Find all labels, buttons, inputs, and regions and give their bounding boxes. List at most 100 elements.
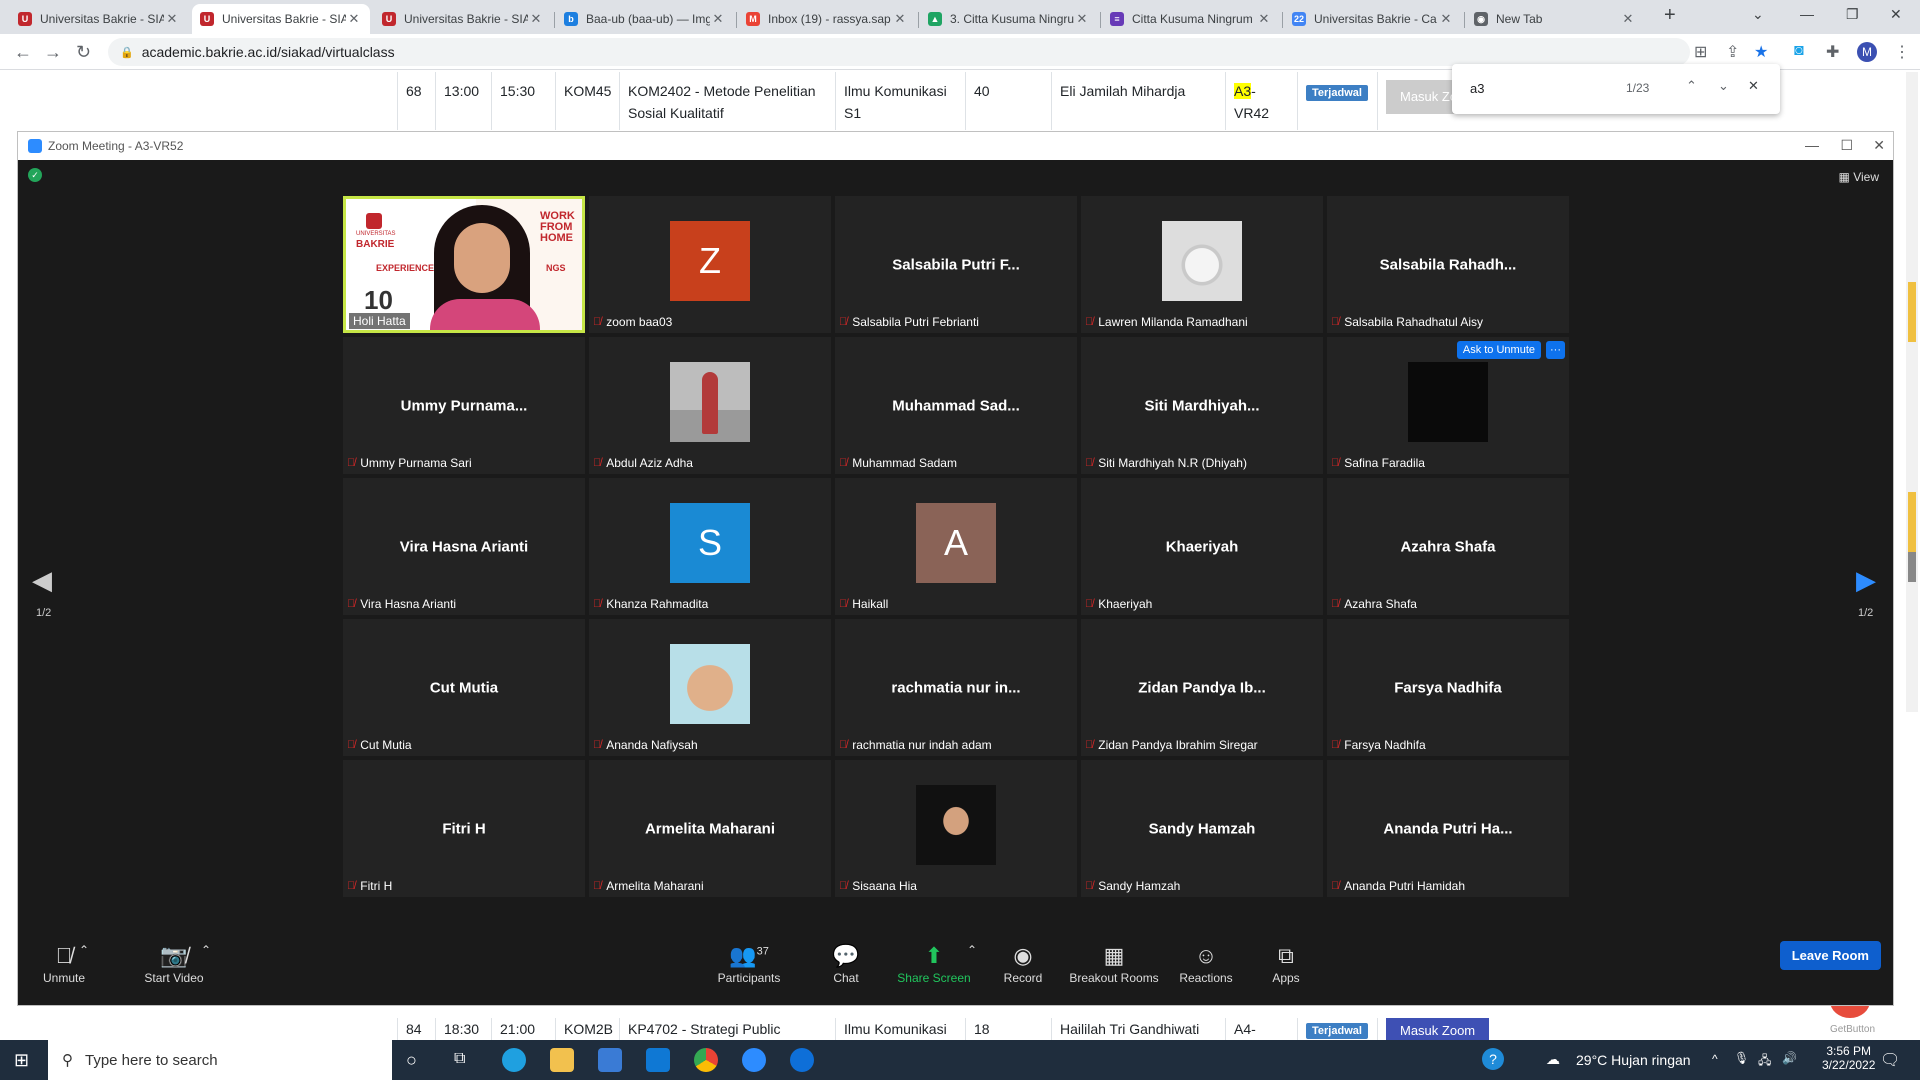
participant-tile[interactable]: 🎙̸ Abdul Aziz Adha — [589, 337, 831, 474]
forward-icon[interactable]: → — [44, 42, 62, 63]
participant-tile[interactable]: Salsabila Putri F... 🎙̸ Salsabila Putri Fe… — [835, 196, 1077, 333]
volume-icon[interactable]: 🔊 — [1782, 1051, 1797, 1065]
tab-close-icon[interactable]: ✕ — [1074, 11, 1090, 27]
participants-button[interactable]: 👥37 Participants — [699, 943, 799, 985]
zoom-app-icon[interactable] — [742, 1048, 766, 1072]
cortana-icon[interactable]: ○ — [406, 1050, 417, 1071]
share-options-caret[interactable]: ⌃ — [962, 943, 982, 957]
tab-close-icon[interactable]: ✕ — [528, 11, 544, 27]
address-bar[interactable]: 🔒 academic.bakrie.ac.id/siakad/virtualcl… — [108, 38, 1690, 66]
participant-tile[interactable]: Farsya Nadhifa 🎙̸ Farsya Nadhifa — [1327, 619, 1569, 756]
participant-tile[interactable]: Ananda Putri Ha... 🎙̸ Ananda Putri Hamidah — [1327, 760, 1569, 897]
reactions-button[interactable]: ☺ Reactions — [1166, 943, 1246, 985]
zoom-minimize-button[interactable]: — — [1805, 137, 1819, 153]
weather-text[interactable]: 29°C Hujan ringan — [1576, 1052, 1691, 1068]
browser-tab[interactable]: ≡ Citta Kusuma Ningrum ✕ — [1102, 4, 1280, 34]
participant-tile[interactable]: S 🎙̸ Khanza Rahmadita — [589, 478, 831, 615]
tab-close-icon[interactable]: ✕ — [1256, 11, 1272, 27]
participant-tile[interactable]: Siti Mardhiyah... 🎙̸ Siti Mardhiyah N.R (D… — [1081, 337, 1323, 474]
participant-tile[interactable]: 🎙̸ Safina Faradila Ask to Unmute ··· — [1327, 337, 1569, 474]
bookmark-star-icon[interactable]: ★ — [1754, 42, 1768, 62]
more-options-button[interactable]: ··· — [1546, 341, 1565, 359]
view-button[interactable]: ▦ View — [1839, 170, 1879, 184]
close-window-button[interactable]: ✕ — [1890, 6, 1902, 23]
ask-to-unmute-button[interactable]: Ask to Unmute — [1456, 341, 1541, 359]
extension-icon[interactable]: ◙ — [1794, 42, 1804, 60]
find-input[interactable]: a3 — [1470, 81, 1484, 96]
browser-tab[interactable]: ▲ 3. Citta Kusuma Ningrum ✕ — [920, 4, 1098, 34]
chrome-icon[interactable] — [694, 1048, 718, 1072]
page-scrollbar[interactable] — [1906, 72, 1918, 712]
participant-tile[interactable]: Azahra Shafa 🎙̸ Azahra Shafa — [1327, 478, 1569, 615]
participant-tile[interactable]: Cut Mutia 🎙̸ Cut Mutia — [343, 619, 585, 756]
network-icon[interactable]: 🖧 — [1758, 1051, 1771, 1072]
participant-tile[interactable]: Salsabila Rahadh... 🎙̸ Salsabila Rahadhatu… — [1327, 196, 1569, 333]
profile-avatar[interactable]: M — [1857, 42, 1877, 62]
browser-tab[interactable]: 22 Universitas Bakrie - Ca ✕ — [1284, 4, 1462, 34]
browser-tab[interactable]: U Universitas Bakrie - SIAKAD✕ — [10, 4, 188, 34]
leave-room-button[interactable]: Leave Room — [1779, 941, 1881, 970]
browser-tab[interactable]: U Universitas Bakrie - SIAKAD✕ — [374, 4, 552, 34]
participant-tile[interactable]: 🎙̸ Sisaana Hia — [835, 760, 1077, 897]
help-icon[interactable]: ? — [1482, 1048, 1504, 1070]
apps-button[interactable]: ⧉ Apps — [1246, 943, 1326, 985]
next-page-arrow[interactable]: ▶ — [1856, 565, 1876, 596]
participant-tile[interactable]: Sandy Hamzah 🎙̸ Sandy Hamzah — [1081, 760, 1323, 897]
find-next-icon[interactable]: ⌄ — [1718, 78, 1729, 94]
windows-start-icon[interactable]: ⊞ — [14, 1050, 29, 1071]
file-explorer-icon[interactable] — [550, 1048, 574, 1072]
tray-up-icon[interactable]: ^ — [1712, 1052, 1718, 1066]
tab-close-icon[interactable]: ✕ — [710, 11, 726, 27]
browser-tab[interactable]: U Universitas Bakrie - SIAKAD✕ — [192, 4, 370, 34]
menu-kebab-icon[interactable]: ⋮ — [1894, 42, 1910, 62]
new-tab-button[interactable]: + — [1664, 4, 1676, 27]
tab-close-icon[interactable]: ✕ — [346, 11, 362, 27]
participant-tile[interactable]: Khaeriyah 🎙̸ Khaeriyah — [1081, 478, 1323, 615]
browser-tab[interactable]: b Baa-ub (baa-ub) — Imgur ✕ — [556, 4, 734, 34]
find-icon[interactable]: ⊞ — [1694, 42, 1707, 62]
participant-tile[interactable]: 🎙̸ Lawren Milanda Ramadhani — [1081, 196, 1323, 333]
mic-tray-icon[interactable]: 🎙 — [1734, 1051, 1749, 1065]
edge-icon[interactable] — [502, 1048, 526, 1072]
browser-tab[interactable]: ◉ New Tab ✕ — [1466, 4, 1644, 34]
audio-options-caret[interactable]: ⌃ — [74, 943, 94, 957]
tab-close-icon[interactable]: ✕ — [1620, 11, 1636, 27]
find-close-icon[interactable]: ✕ — [1748, 78, 1759, 94]
participant-tile[interactable]: rachmatia nur in... 🎙̸ rachmatia nur indah… — [835, 619, 1077, 756]
zoom-close-button[interactable]: ✕ — [1873, 137, 1885, 154]
mail-icon[interactable] — [646, 1048, 670, 1072]
reload-icon[interactable]: ↻ — [76, 42, 91, 63]
participant-tile[interactable]: 🎙̸ Ananda Nafiysah — [589, 619, 831, 756]
participant-tile[interactable]: Fitri H 🎙̸ Fitri H — [343, 760, 585, 897]
tab-close-icon[interactable]: ✕ — [892, 11, 908, 27]
restore-window-button[interactable]: ❐ — [1846, 6, 1859, 23]
breakout-rooms-button[interactable]: ▦ Breakout Rooms — [1054, 943, 1174, 985]
participant-tile[interactable]: Ummy Purnama... 🎙̸ Ummy Purnama Sari — [343, 337, 585, 474]
browser-tab[interactable]: M Inbox (19) - rassya.sap ✕ — [738, 4, 916, 34]
task-view-icon[interactable]: ⧉ — [454, 1050, 465, 1068]
shield-icon[interactable]: ✓ — [28, 168, 42, 182]
chat-button[interactable]: 💬 Chat — [806, 943, 886, 985]
taskbar-search-box[interactable]: ⚲ Type here to search — [48, 1040, 392, 1080]
find-prev-icon[interactable]: ⌃ — [1686, 78, 1697, 94]
video-options-caret[interactable]: ⌃ — [196, 943, 216, 957]
tab-close-icon[interactable]: ✕ — [164, 11, 180, 27]
prev-page-arrow[interactable]: ◀ — [32, 565, 52, 596]
participant-tile[interactable]: Armelita Maharani 🎙̸ Armelita Maharani — [589, 760, 831, 897]
tab-search-icon[interactable]: ⌄ — [1752, 6, 1764, 23]
participant-tile[interactable]: Z 🎙̸ zoom baa03 — [589, 196, 831, 333]
tab-close-icon[interactable]: ✕ — [1438, 11, 1454, 27]
record-button[interactable]: ◉ Record — [983, 943, 1063, 985]
minimize-window-button[interactable]: — — [1800, 6, 1814, 22]
share-icon[interactable]: ⇪ — [1726, 42, 1739, 62]
store-icon[interactable] — [598, 1048, 622, 1072]
clock[interactable]: 3:56 PM 3/22/2022 — [1822, 1044, 1875, 1072]
participant-tile[interactable]: Zidan Pandya Ib... 🎙̸ Zidan Pandya Ibrahim… — [1081, 619, 1323, 756]
back-icon[interactable]: ← — [14, 42, 32, 63]
teamviewer-icon[interactable] — [790, 1048, 814, 1072]
zoom-maximize-button[interactable]: ☐ — [1840, 137, 1853, 154]
participant-tile[interactable]: A 🎙̸ Haikall — [835, 478, 1077, 615]
extensions-puzzle-icon[interactable]: ✚ — [1826, 42, 1839, 62]
participant-tile[interactable]: Vira Hasna Arianti 🎙̸ Vira Hasna Arianti — [343, 478, 585, 615]
active-speaker-tile[interactable]: UNIVERSITAS BAKRIE EXPERIENCE NGS WORK FROM … — [343, 196, 585, 333]
